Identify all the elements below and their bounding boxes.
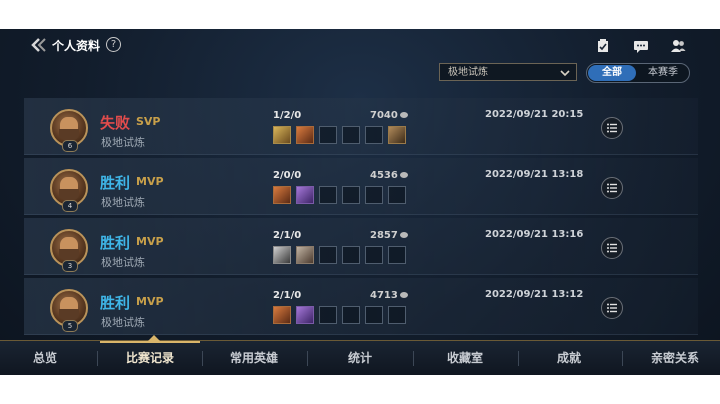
nav-overview[interactable]: 总览 xyxy=(14,341,76,375)
nav-relationships[interactable]: 亲密关系 xyxy=(636,341,714,375)
empty-item-slot xyxy=(365,246,383,264)
match-rank-badge: MVP xyxy=(136,295,164,308)
bottom-nav: 总览 比赛记录 常用英雄 统计 收藏室 成就 亲密关系 xyxy=(0,335,720,375)
nav-achievements[interactable]: 成就 xyxy=(534,341,604,375)
nav-divider xyxy=(413,351,414,366)
mode-select-value: 极地试炼 xyxy=(448,67,488,78)
empty-item-slot xyxy=(388,186,406,204)
match-time: 2022/09/21 20:15 xyxy=(485,109,584,120)
toggle-all[interactable]: 全部 xyxy=(588,65,636,81)
match-row[interactable]: 5 胜利 MVP 极地试炼 2/1/0 4713 2022/09/21 13:1… xyxy=(24,278,698,335)
match-rank-badge: MVP xyxy=(136,235,164,248)
hero-level-badge: 5 xyxy=(62,320,78,332)
empty-item-slot xyxy=(319,126,337,144)
match-result: 胜利 xyxy=(100,294,131,312)
chevron-down-icon xyxy=(560,64,570,89)
nav-divider xyxy=(97,351,98,366)
mode-select[interactable]: 极地试炼 xyxy=(439,63,577,81)
match-kda: 2/1/0 xyxy=(273,230,302,241)
match-mode: 极地试炼 xyxy=(101,256,145,269)
nav-divider xyxy=(622,351,623,366)
match-gold: 2857 xyxy=(370,230,408,241)
match-result: 胜利 xyxy=(100,174,131,192)
toggle-season[interactable]: 本赛季 xyxy=(639,64,687,82)
equipment-item-icon xyxy=(273,186,291,204)
empty-item-slot xyxy=(319,246,337,264)
empty-item-slot xyxy=(342,306,360,324)
equipment-item-icon xyxy=(388,126,406,144)
match-result: 失败 xyxy=(100,114,131,132)
match-mode: 极地试炼 xyxy=(101,196,145,209)
profile-screen: 个人资料 ? 极地试炼 全部 本赛季 6 失败 SVP 极地试炼 1/2/0 7 xyxy=(0,29,720,375)
gold-coin-icon xyxy=(399,292,408,298)
equipment-item-icon xyxy=(273,246,291,264)
friends-icon[interactable] xyxy=(670,38,686,52)
match-mode: 极地试炼 xyxy=(101,316,145,329)
match-gold: 4536 xyxy=(370,170,408,181)
match-row[interactable]: 4 胜利 MVP 极地试炼 2/0/0 4536 2022/09/21 13:1… xyxy=(24,158,698,215)
match-detail-list-icon[interactable] xyxy=(601,117,623,139)
match-mode: 极地试炼 xyxy=(101,136,145,149)
empty-item-slot xyxy=(342,186,360,204)
clipboard-check-icon[interactable] xyxy=(596,38,612,52)
empty-item-slot xyxy=(365,186,383,204)
match-kda: 2/1/0 xyxy=(273,290,302,301)
page-title: 个人资料 xyxy=(52,39,101,53)
hero-level-badge: 4 xyxy=(62,200,78,212)
match-row[interactable]: 6 失败 SVP 极地试炼 1/2/0 7040 2022/09/21 20:1… xyxy=(24,98,698,155)
match-gold-value: 7040 xyxy=(370,110,398,121)
nav-divider xyxy=(202,351,203,366)
nav-statistics[interactable]: 统计 xyxy=(325,341,395,375)
back-chevron-icon[interactable] xyxy=(30,37,48,53)
empty-item-slot xyxy=(319,186,337,204)
empty-item-slot xyxy=(342,246,360,264)
equipment-item-icon xyxy=(273,306,291,324)
match-row[interactable]: 3 胜利 MVP 极地试炼 2/1/0 2857 2022/09/21 13:1… xyxy=(24,218,698,275)
match-detail-list-icon[interactable] xyxy=(601,177,623,199)
chat-bubble-icon[interactable] xyxy=(633,38,649,53)
empty-item-slot xyxy=(319,306,337,324)
equipment-item-icon xyxy=(296,186,314,204)
match-rank-badge: MVP xyxy=(136,175,164,188)
gold-coin-icon xyxy=(399,112,408,118)
nav-divider xyxy=(518,351,519,366)
match-result: 胜利 xyxy=(100,234,131,252)
nav-collection[interactable]: 收藏室 xyxy=(430,341,500,375)
nav-divider xyxy=(307,351,308,366)
empty-item-slot xyxy=(388,246,406,264)
match-detail-list-icon[interactable] xyxy=(601,237,623,259)
equipment-item-icon xyxy=(296,306,314,324)
equipment-item-icon xyxy=(296,126,314,144)
match-time: 2022/09/21 13:16 xyxy=(485,229,584,240)
gold-coin-icon xyxy=(399,172,408,178)
empty-item-slot xyxy=(365,306,383,324)
equipment-item-icon xyxy=(296,246,314,264)
empty-item-slot xyxy=(365,126,383,144)
match-kda: 2/0/0 xyxy=(273,170,302,181)
nav-match-history[interactable]: 比赛记录 xyxy=(110,341,190,375)
equipment-item-icon xyxy=(273,126,291,144)
match-gold-value: 2857 xyxy=(370,230,398,241)
match-gold-value: 4536 xyxy=(370,170,398,181)
empty-item-slot xyxy=(388,306,406,324)
season-toggle[interactable]: 全部 本赛季 xyxy=(586,63,690,83)
hero-level-badge: 3 xyxy=(62,260,78,272)
match-time: 2022/09/21 13:18 xyxy=(485,169,584,180)
match-rank-badge: SVP xyxy=(136,115,161,128)
match-gold: 4713 xyxy=(370,290,408,301)
match-gold-value: 4713 xyxy=(370,290,398,301)
hero-level-badge: 6 xyxy=(62,140,78,152)
match-kda: 1/2/0 xyxy=(273,110,302,121)
empty-item-slot xyxy=(342,126,360,144)
match-gold: 7040 xyxy=(370,110,408,121)
nav-common-heroes[interactable]: 常用英雄 xyxy=(214,341,294,375)
match-time: 2022/09/21 13:12 xyxy=(485,289,584,300)
gold-coin-icon xyxy=(399,232,408,238)
match-detail-list-icon[interactable] xyxy=(601,297,623,319)
help-icon[interactable]: ? xyxy=(106,37,121,52)
